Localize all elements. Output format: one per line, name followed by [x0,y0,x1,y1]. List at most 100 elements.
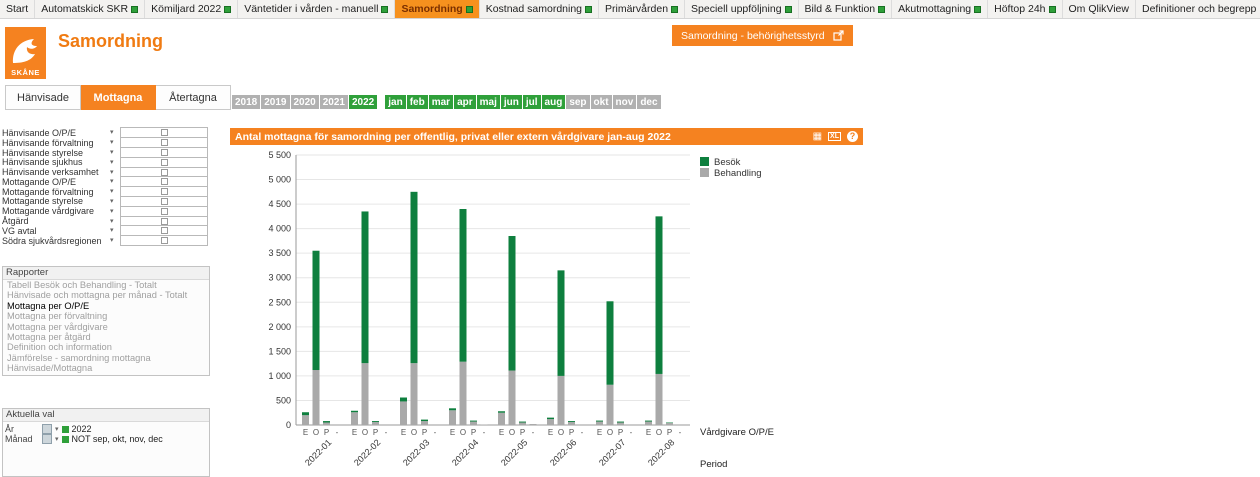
chevron-down-icon[interactable]: ▾ [110,208,120,215]
bar-behandling-2022-07-O[interactable] [607,385,614,425]
bar-besok-2022-06-O[interactable] [558,270,565,376]
send-to-excel-icon[interactable]: XL [828,132,841,141]
bar-behandling-2022-02-E[interactable] [351,412,358,425]
eraser-icon[interactable] [42,434,52,444]
month-nov[interactable]: nov [613,95,637,109]
month-jun[interactable]: jun [501,95,522,109]
chevron-down-icon[interactable]: ▾ [110,218,120,225]
view-tab-återtagna[interactable]: Återtagna [156,85,231,110]
chevron-down-icon[interactable]: ▾ [110,178,120,185]
tab-kömiljard-2022[interactable]: Kömiljard 2022 [145,0,238,18]
checkbox[interactable] [161,198,168,205]
checkbox[interactable] [161,159,168,166]
bar-besok-2022-04-O[interactable] [460,209,467,362]
bar-behandling-2022-05-E[interactable] [498,413,505,425]
bar-besok-2022-01-E[interactable] [302,412,309,415]
month-jul[interactable]: jul [523,95,541,109]
chevron-down-icon[interactable]: ▾ [110,139,120,146]
checkbox[interactable] [161,178,168,185]
bar-besok-2022-04-P[interactable] [470,421,477,422]
bar-besok-2022-06-E[interactable] [547,418,554,419]
checkbox[interactable] [161,218,168,225]
bar-behandling-2022-04-P[interactable] [470,422,477,425]
report-item-definition-och-information[interactable]: Definition och information [3,342,209,352]
bar-behandling-2022-02-O[interactable] [362,363,369,425]
bar-behandling-2022-08-P[interactable] [666,423,673,425]
bar-besok-2022-02-E[interactable] [351,411,358,412]
year-2018[interactable]: 2018 [232,95,260,109]
month-maj[interactable]: maj [477,95,500,109]
bar-behandling-2022-03-E[interactable] [400,401,407,425]
bar-besok-2022-01-O[interactable] [313,251,320,370]
bar-behandling-2022-04-E[interactable] [449,410,456,425]
checkbox[interactable] [161,188,168,195]
bar-behandling-2022-01-P[interactable] [323,423,330,425]
bar-behandling-2022-07-E[interactable] [596,422,603,425]
view-tab-mottagna[interactable]: Mottagna [81,85,156,110]
month-jan[interactable]: jan [385,95,405,109]
bar-behandling-2022-03-P[interactable] [421,421,428,425]
checkbox[interactable] [161,149,168,156]
bar-besok-2022-05-E[interactable] [498,411,505,412]
chevron-down-icon[interactable]: ▾ [55,435,59,443]
bar-behandling-2022-07-P[interactable] [617,423,624,425]
bar-behandling-2022-03-O[interactable] [411,363,418,425]
month-feb[interactable]: feb [407,95,428,109]
checkbox[interactable] [161,208,168,215]
bar-behandling-2022-01-O[interactable] [313,370,320,425]
bar-besok-2022-01-P[interactable] [323,421,330,422]
tab-primärvården[interactable]: Primärvården [599,0,685,18]
year-2020[interactable]: 2020 [291,95,319,109]
checkbox[interactable] [161,227,168,234]
bar-besok-2022-07-O[interactable] [607,301,614,384]
checkbox[interactable] [161,129,168,136]
bar-behandling-2022-05-O[interactable] [509,371,516,425]
tab-akutmottagning[interactable]: Akutmottagning [892,0,988,18]
bar-behandling-2022-05--[interactable] [530,424,537,425]
tab-bild-funktion[interactable]: Bild & Funktion [799,0,893,18]
report-item-mottagna-per-vårdgivare[interactable]: Mottagna per vårdgivare [3,322,209,332]
bar-besok-2022-08-O[interactable] [656,216,663,374]
tab-höftop-24h[interactable]: Höftop 24h [988,0,1062,18]
report-item-mottagna-per-förvaltning[interactable]: Mottagna per förvaltning [3,311,209,321]
help-icon[interactable]: ? [847,131,858,142]
month-aug[interactable]: aug [542,95,566,109]
month-okt[interactable]: okt [591,95,612,109]
chevron-down-icon[interactable]: ▾ [110,227,120,234]
tab-automatskick-skr[interactable]: Automatskick SKR [35,0,145,18]
tab-start[interactable]: Start [0,0,35,18]
month-mar[interactable]: mar [429,95,453,109]
chevron-down-icon[interactable]: ▾ [110,188,120,195]
bar-behandling-2022-08-E[interactable] [645,422,652,425]
month-dec[interactable]: dec [637,95,660,109]
bar-behandling-2022-05-P[interactable] [519,423,526,425]
tab-samordning[interactable]: Samordning [395,0,479,18]
month-apr[interactable]: apr [454,95,476,109]
chevron-down-icon[interactable]: ▾ [110,237,120,244]
tab-kostnad-samordning[interactable]: Kostnad samordning [480,0,599,18]
bar-behandling-2022-06-O[interactable] [558,376,565,425]
bar-besok-2022-05-P[interactable] [519,422,526,423]
bar-behandling-2022-06-E[interactable] [547,419,554,425]
bar-besok-2022-04-E[interactable] [449,408,456,410]
eraser-icon[interactable] [42,424,52,434]
checkbox[interactable] [161,169,168,176]
bar-besok-2022-03-P[interactable] [421,420,428,421]
view-tab-hänvisade[interactable]: Hänvisade [5,85,81,110]
year-2022[interactable]: 2022 [349,95,377,109]
bar-besok-2022-03-E[interactable] [400,398,407,402]
report-item-hänvisade-och-mottagna-per-månad-totalt[interactable]: Hänvisade och mottagna per månad - Total… [3,290,209,300]
chevron-down-icon[interactable]: ▾ [110,169,120,176]
chevron-down-icon[interactable]: ▾ [110,159,120,166]
bar-behandling-2022-04-O[interactable] [460,362,467,425]
bar-besok-2022-06-P[interactable] [568,421,575,422]
chevron-down-icon[interactable]: ▾ [110,149,120,156]
report-item-mottagna-per-åtgärd[interactable]: Mottagna per åtgärd [3,332,209,342]
bar-besok-2022-08-E[interactable] [645,421,652,422]
tab-speciell-uppföljning[interactable]: Speciell uppföljning [685,0,798,18]
checkbox[interactable] [161,237,168,244]
tab-väntetider-i-vården-manuell[interactable]: Väntetider i vården - manuell [238,0,395,18]
bar-behandling-2022-06-P[interactable] [568,422,575,425]
tab-om-qlikview[interactable]: Om QlikView [1063,0,1136,18]
report-item-mottagna-per-o-p-e[interactable]: Mottagna per O/P/E [3,301,209,311]
